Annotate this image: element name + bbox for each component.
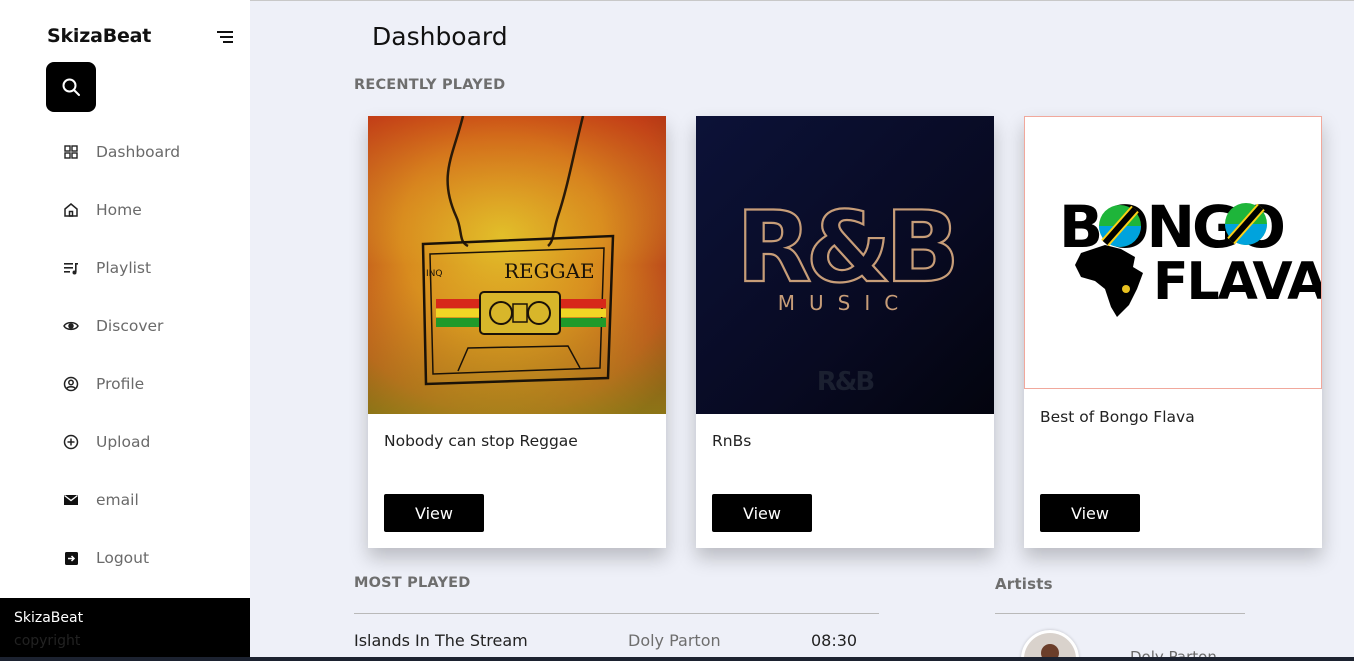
song-artist: Doly Parton bbox=[628, 631, 721, 650]
plus-circle-icon bbox=[60, 431, 82, 453]
top-border bbox=[250, 0, 1354, 1]
page-title: Dashboard bbox=[372, 22, 508, 51]
eye-icon bbox=[60, 315, 82, 337]
brand-logo[interactable]: SkizaBeat bbox=[47, 25, 151, 47]
rnb-cover-image[interactable]: R&B MUSIC R&B bbox=[696, 116, 994, 414]
view-button[interactable]: View bbox=[384, 494, 484, 532]
playlist-card: R&B MUSIC R&B RnBs View bbox=[696, 116, 994, 548]
sidebar-item-label: Logout bbox=[96, 549, 150, 567]
view-button[interactable]: View bbox=[1040, 494, 1140, 532]
search-button[interactable] bbox=[46, 62, 96, 112]
sidebar-item-label: Home bbox=[96, 201, 142, 219]
rnb-art-sub: MUSIC bbox=[778, 291, 912, 315]
bottom-scrollbar bbox=[0, 657, 1354, 661]
artists-heading: Artists bbox=[995, 575, 1053, 593]
user-circle-icon bbox=[60, 373, 82, 395]
bongo-art-line2: FLAVA bbox=[1153, 252, 1321, 312]
sidebar-item-logout[interactable]: Logout bbox=[60, 543, 149, 573]
rnb-art-small: R&B bbox=[817, 367, 874, 397]
sidebar-item-playlist[interactable]: Playlist bbox=[60, 253, 151, 283]
envelope-icon bbox=[60, 489, 82, 511]
sidebar-item-discover[interactable]: Discover bbox=[60, 311, 163, 341]
logout-icon bbox=[60, 547, 82, 569]
sidebar-item-email[interactable]: email bbox=[60, 485, 139, 515]
most-played-divider bbox=[354, 613, 879, 614]
playlist-card: REGGAE INQ Nobody can stop Reggae View bbox=[368, 116, 666, 548]
most-played-heading: MOST PLAYED bbox=[354, 575, 471, 591]
playlist-card: BONGO FLAVA Best of Bongo Flava View bbox=[1024, 116, 1322, 548]
menu-toggle-icon[interactable] bbox=[215, 28, 235, 46]
footer-copyright: copyright bbox=[14, 633, 81, 649]
sidebar: SkizaBeat Dashboard Home Playlist Discov… bbox=[0, 0, 250, 661]
playlist-icon bbox=[60, 257, 82, 279]
card-title: RnBs bbox=[712, 432, 752, 450]
sidebar-item-label: Upload bbox=[96, 433, 151, 451]
sidebar-footer: SkizaBeat copyright bbox=[0, 598, 250, 661]
footer-brand: SkizaBeat bbox=[14, 610, 84, 626]
sidebar-item-label: email bbox=[96, 491, 139, 509]
search-icon bbox=[62, 78, 80, 96]
song-duration: 08:30 bbox=[811, 631, 858, 650]
sidebar-item-label: Dashboard bbox=[96, 143, 181, 161]
card-title: Best of Bongo Flava bbox=[1040, 408, 1195, 426]
sidebar-item-dashboard[interactable]: Dashboard bbox=[60, 137, 180, 167]
bongo-flava-cover-image[interactable]: BONGO FLAVA bbox=[1024, 116, 1322, 389]
reggae-cover-image[interactable]: REGGAE INQ bbox=[368, 116, 666, 414]
card-title: Nobody can stop Reggae bbox=[384, 432, 578, 450]
reggae-art-small: INQ bbox=[426, 269, 442, 279]
sidebar-item-home[interactable]: Home bbox=[60, 195, 142, 225]
sidebar-item-label: Profile bbox=[96, 375, 145, 393]
sidebar-item-label: Playlist bbox=[96, 259, 152, 277]
rnb-art-text: R&B bbox=[736, 191, 954, 305]
recently-played-heading: RECENTLY PLAYED bbox=[354, 77, 506, 93]
reggae-art-text: REGGAE bbox=[504, 259, 595, 283]
grid-icon bbox=[60, 141, 82, 163]
sidebar-item-label: Discover bbox=[96, 317, 164, 335]
view-button[interactable]: View bbox=[712, 494, 812, 532]
home-icon bbox=[60, 199, 82, 221]
song-title[interactable]: Islands In The Stream bbox=[354, 631, 528, 650]
sidebar-item-profile[interactable]: Profile bbox=[60, 369, 144, 399]
sidebar-item-upload[interactable]: Upload bbox=[60, 427, 150, 457]
artists-divider bbox=[995, 613, 1245, 614]
